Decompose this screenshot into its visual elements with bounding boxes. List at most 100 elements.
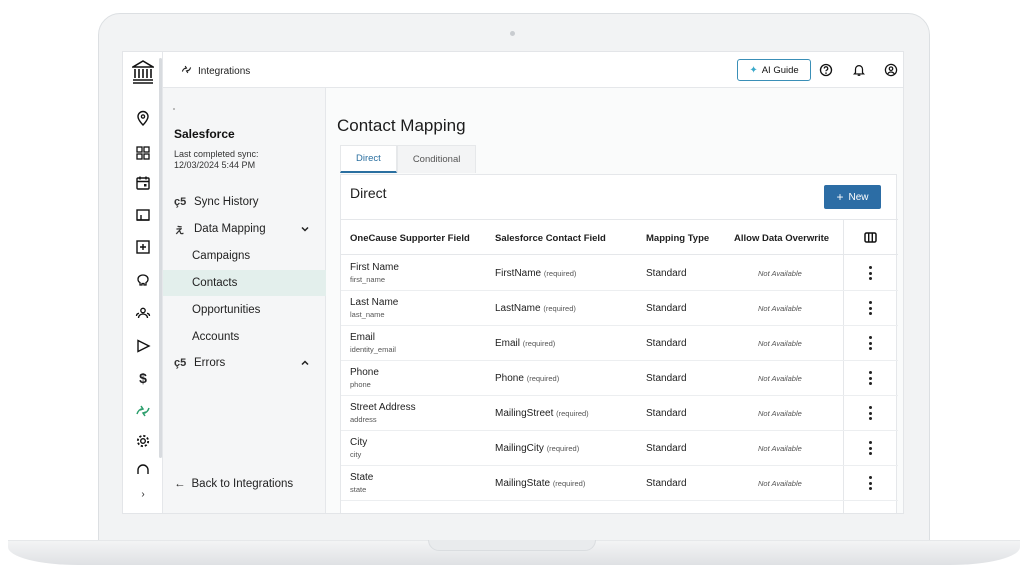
icon-rail: $ › (123, 52, 163, 513)
supporter-field-name: Phone (350, 367, 379, 378)
required-tag: (required) (556, 409, 589, 418)
divider-dot (173, 108, 175, 110)
errors-sync-icon: ç5 (174, 357, 187, 369)
sidenav-item-accounts[interactable]: Accounts (163, 324, 326, 350)
row-actions-kebab-icon[interactable] (867, 336, 873, 350)
table-row[interactable]: Street Address address MailingStreet (requ… (341, 396, 898, 431)
mapping-type: Standard (646, 443, 687, 454)
bank-logo-icon[interactable] (132, 60, 154, 84)
help-icon[interactable] (818, 62, 834, 78)
table-row[interactable]: State state MailingState (required) Standar… (341, 466, 898, 501)
overwrite-status: Not Available (758, 269, 802, 278)
sidenav-item-label: Sync History (194, 196, 259, 208)
main-content: Contact Mapping Direct Conditional Direc… (326, 88, 903, 513)
column-header[interactable]: Salesforce Contact Field (495, 233, 606, 244)
new-button-label: New (848, 191, 869, 203)
piggy-bank-icon[interactable] (133, 270, 153, 290)
chevron-down-icon (301, 226, 309, 232)
row-actions-kebab-icon[interactable] (867, 406, 873, 420)
salesforce-field-name: Phone (495, 373, 524, 384)
notification-bell-icon[interactable] (851, 62, 867, 78)
settings-gear-icon[interactable] (133, 431, 153, 451)
required-tag: (required) (543, 304, 576, 313)
required-tag: (required) (543, 269, 577, 278)
salesforce-field: MailingState (required) (495, 478, 585, 489)
column-header[interactable]: Allow Data Overwrite (734, 233, 829, 244)
row-actions-kebab-icon[interactable] (867, 266, 873, 280)
overwrite-status: Not Available (758, 479, 802, 488)
user-account-icon[interactable] (883, 62, 899, 78)
table-row[interactable]: First Name first_name FirstName (required)… (341, 256, 898, 291)
dashboard-grid-icon[interactable] (133, 143, 153, 163)
sync-history-icon: ç5 (174, 196, 187, 208)
sidenav-item-opportunities[interactable]: Opportunities (163, 297, 326, 323)
overwrite-status: Not Available (758, 409, 802, 418)
row-actions-kebab-icon[interactable] (867, 441, 873, 455)
supporter-field-name: City (350, 437, 368, 448)
back-link-label: Back to Integrations (191, 478, 294, 490)
column-header[interactable]: Mapping Type (646, 233, 709, 244)
salesforce-field-name: FirstName (495, 268, 542, 279)
laptop-camera (510, 31, 515, 36)
salesforce-field: MailingStreet (required) (495, 408, 589, 419)
sidenav-item-campaigns[interactable]: Campaigns (163, 243, 326, 269)
row-actions-kebab-icon[interactable] (867, 301, 873, 315)
salesforce-field: MailingCity (required) (495, 443, 579, 454)
sidenav-item-contacts[interactable]: Contacts (163, 270, 326, 296)
column-settings-icon[interactable] (864, 232, 877, 243)
last-sync-label: Last completed sync: (174, 149, 259, 159)
last-sync-info: Last completed sync: 12/03/2024 5:44 PM (174, 149, 294, 171)
back-to-integrations-link[interactable]: ← Back to Integrations (174, 478, 293, 490)
table-row[interactable]: Phone phone Phone (required) Standard Not Av… (341, 361, 898, 396)
sidenav-item-data-mapping[interactable]: ぇ Data Mapping (163, 216, 326, 242)
help-bubble-icon[interactable] (133, 462, 153, 482)
overwrite-status: Not Available (758, 444, 802, 453)
ai-guide-button[interactable]: ✦ AI Guide (737, 59, 811, 81)
location-pin-icon[interactable] (133, 108, 153, 128)
sidenav-item-label: Contacts (192, 277, 238, 289)
supporter-field-key: state (350, 485, 367, 494)
page-breadcrumb-label: Integrations (198, 65, 251, 77)
storefront-icon[interactable] (133, 205, 153, 225)
expand-chevron-icon[interactable]: › (133, 484, 153, 504)
tab-direct[interactable]: Direct (340, 145, 397, 173)
sidenav-item-label: Data Mapping (194, 223, 266, 235)
table-row[interactable]: Email identity_email Email (required) Stand… (341, 326, 898, 361)
rail-scrollbar[interactable] (159, 58, 162, 458)
mapping-type: Standard (646, 338, 687, 349)
top-bar: Integrations ✦ AI Guide (163, 52, 903, 88)
add-box-icon[interactable] (133, 237, 153, 257)
calendar-icon[interactable] (133, 173, 153, 193)
supporter-field-name: Email (350, 332, 376, 343)
mapping-type: Standard (646, 373, 687, 384)
table-row[interactable]: Last Name last_name LastName (required) Sta… (341, 291, 898, 326)
supporter-field-key: address (350, 415, 377, 424)
supporter-field-key: city (350, 450, 362, 459)
row-actions-kebab-icon[interactable] (867, 476, 873, 490)
supporter-field-name: Last Name (350, 297, 399, 308)
overwrite-status: Not Available (758, 304, 802, 313)
supporter-field-key: phone (350, 380, 371, 389)
dollar-icon[interactable]: $ (133, 368, 153, 388)
overwrite-status: Not Available (758, 339, 802, 348)
salesforce-field: FirstName (required) (495, 268, 576, 279)
column-header[interactable]: OneCause Supporter Field (350, 233, 470, 244)
tab-conditional[interactable]: Conditional (396, 145, 477, 173)
mapping-type: Standard (646, 303, 687, 314)
salesforce-field: LastName (required) (495, 303, 576, 314)
table-row[interactable]: City city MailingCity (required) Standard No… (341, 431, 898, 466)
laptop-notch (428, 540, 596, 551)
integrations-sync-icon[interactable] (133, 401, 153, 421)
salesforce-field-name: LastName (495, 303, 541, 314)
ai-guide-label: AI Guide (761, 64, 799, 76)
sidenav-item-sync-history[interactable]: ç5 Sync History (163, 189, 326, 215)
app-screen: $ › Integrations ✦ AI Guide Salesforce L… (122, 51, 904, 514)
mapping-type: Standard (646, 408, 687, 419)
supporter-field-key: first_name (350, 275, 386, 284)
salesforce-field-name: MailingStreet (495, 408, 554, 419)
send-arrow-icon[interactable] (133, 336, 153, 356)
row-actions-kebab-icon[interactable] (867, 371, 873, 385)
group-people-icon[interactable] (133, 303, 153, 323)
sidenav-item-errors[interactable]: ç5 Errors (163, 350, 326, 376)
new-mapping-button[interactable]: + New (824, 185, 881, 209)
